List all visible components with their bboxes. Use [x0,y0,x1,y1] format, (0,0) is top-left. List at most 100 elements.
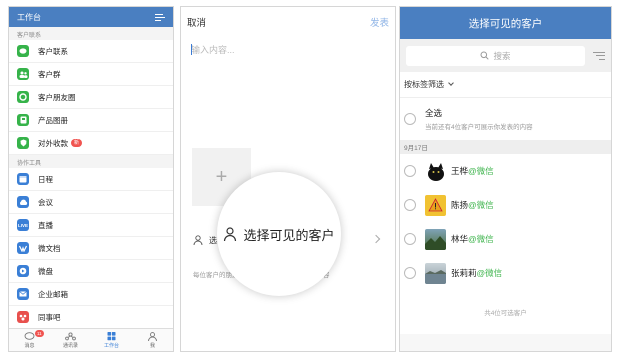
plus-icon: + [215,165,228,188]
person-icon [193,235,203,246]
customer-name: 林华 [451,234,469,244]
customer-row[interactable]: 林华 @微信 [400,222,611,256]
tab-contacts[interactable]: 通讯录 [50,329,91,351]
customer-row[interactable]: 陈扬 @微信 [400,188,611,222]
customer-name: 王桦 [451,166,469,176]
contacts-icon [65,331,76,341]
item-label: 直播 [38,220,53,230]
profile-icon [147,331,158,341]
publish-button[interactable]: 发表 [370,15,389,29]
item-label: 客户群 [38,69,61,79]
tab-label: 工作台 [103,342,119,349]
chevron-right-icon [371,234,381,244]
content-input[interactable]: 输入内容... [181,37,395,73]
album-icon [17,114,29,126]
item-label: 客户朋友圈 [38,92,76,102]
meeting-cloud-icon [17,196,29,208]
live-icon: LIVE [17,219,29,231]
workbench-item-customer-group[interactable]: 客户群 [9,63,173,86]
compose-panel: 取消 发表 输入内容... + 选 每位客户的朋友圈每天最多可展示你发表的内容 … [180,6,396,352]
message-icon [24,331,35,341]
workbench-title: 工作台 [17,12,41,22]
workbench-grid-icon [106,331,117,341]
select-all-subtext: 当前还有4位客户可展示你发表的内容 [425,124,533,131]
workbench-item-meeting[interactable]: 会议 [9,191,173,214]
search-input[interactable]: 搜索 [406,45,585,66]
customer-count-footer: 共4位可选客户 [400,290,611,334]
magnifier-callout: 选择可见的客户 [217,172,341,296]
customer-radio[interactable] [404,165,416,177]
wechat-tag: @微信 [468,200,494,210]
select-all-radio[interactable] [404,113,416,125]
select-all-row[interactable]: 全选 当前还有4位客户可展示你发表的内容 [400,98,611,140]
drive-icon [17,265,29,277]
tab-workbench[interactable]: 工作台 [91,329,132,351]
workbench-item-customer-moments[interactable]: 客户朋友圈 [9,86,173,109]
wechat-tag: @微信 [476,268,503,278]
workbench-header: 工作台 [9,7,173,27]
cancel-button[interactable]: 取消 [187,15,206,29]
select-header: 选择可见的客户 [400,7,611,39]
chat-bubble-icon [17,45,29,57]
item-label: 客户联系 [38,46,68,56]
filter-label: 按标签筛选 [404,80,444,89]
section-label-customers: 客户联系 [17,33,42,39]
document-icon [17,242,29,254]
item-label: 微盘 [38,266,53,276]
customer-row[interactable]: 张莉莉 @微信 [400,256,611,290]
text-caret [191,44,192,55]
chevron-down-icon [448,80,454,86]
magnified-label: 选择可见的客户 [243,227,335,243]
search-icon [480,51,490,60]
workbench-item-mail[interactable]: 企业邮箱 [9,283,173,306]
customer-name: 张莉莉 [451,268,477,278]
workbench-item-doc[interactable]: 微文档 [9,237,173,260]
item-label: 会议 [38,197,53,207]
item-label: 微文档 [38,243,61,253]
customer-radio[interactable] [404,267,416,279]
workbench-item-drive[interactable]: 微盘 [9,260,173,283]
tag-filter-dropdown[interactable]: 按标签筛选 [400,72,611,98]
customer-name: 陈扬 [451,200,469,210]
wechat-tag: @微信 [468,166,494,176]
mail-icon [17,288,29,300]
bottom-tab-bar: 消息 11 通讯录 工作台 我 [9,328,173,351]
tab-label: 我 [149,342,155,349]
tab-me[interactable]: 我 [132,329,173,351]
calendar-icon [17,173,29,185]
workbench-item-colleague-bar[interactable]: 同事吧 [9,306,173,329]
workbench-item-live[interactable]: LIVE 直播 [9,214,173,237]
select-all-label: 全选 [425,108,443,118]
customer-row[interactable]: 王桦 @微信 [400,154,611,188]
search-placeholder: 搜索 [493,50,511,61]
tab-messages[interactable]: 消息 11 [9,329,50,351]
customer-radio[interactable] [404,233,416,245]
person-icon [223,227,237,242]
landscape-avatar [425,228,446,250]
content-placeholder: 输入内容... [191,45,235,55]
black-cat-avatar [425,160,446,182]
workbench-item-payment[interactable]: 对外收款 新 [9,132,173,155]
filter-menu-icon[interactable] [155,13,165,21]
sort-list-icon[interactable] [593,51,605,61]
date-group-header: 9月17日 [400,140,611,154]
screenshot-stage: 工作台 客户联系 客户联系 客户群 客户朋友圈 产品图册 对外收款 新 协作工具… [0,0,620,358]
compose-header: 取消 发表 [181,7,395,37]
search-bar: 搜索 [400,39,611,72]
item-label: 对外收款 [38,138,68,148]
workbench-item-product-album[interactable]: 产品图册 [9,109,173,132]
customer-radio[interactable] [404,199,416,211]
tab-label: 消息 [24,342,35,349]
warning-sign-avatar [425,194,446,216]
select-customers-panel: 选择可见的客户 搜索 按标签筛选 全选 当前还有4位客户可展示你发表的内容 9月… [399,6,612,352]
wechat-tag: @微信 [468,234,494,244]
visible-customers-label: 选 [209,235,217,245]
workbench-item-customer-contact[interactable]: 客户联系 [9,40,173,63]
page-title: 选择可见的客户 [468,17,543,30]
payment-shield-icon [17,137,29,149]
lake-avatar [425,262,446,284]
item-label: 日程 [38,174,53,184]
community-icon [17,311,29,323]
group-icon [17,68,29,80]
workbench-item-calendar[interactable]: 日程 [9,168,173,191]
